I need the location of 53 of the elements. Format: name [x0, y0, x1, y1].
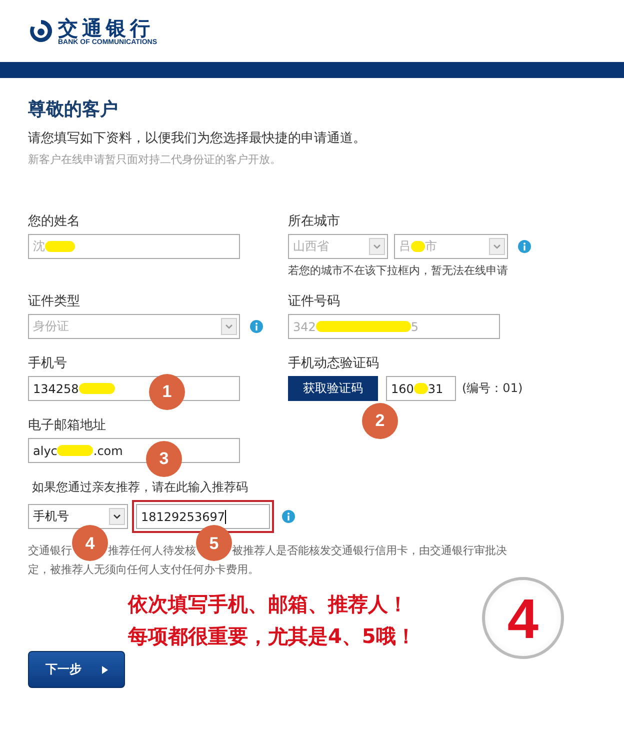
get-code-button[interactable]: 获取验证码: [288, 376, 378, 401]
redaction-mark: [411, 241, 425, 252]
intro-text: 请您填写如下资料，以便我们为您选择最快捷的申请通道。: [28, 130, 367, 148]
field-label: 电子邮箱地址: [28, 418, 107, 434]
field-label: 手机号: [28, 356, 68, 372]
field-label: 您的姓名: [28, 214, 81, 230]
disclaimer-text: 被推荐人是否能核发交通银行信用卡，由交通银行审批决: [232, 543, 507, 559]
referral-type-dropdown[interactable]: 手机号: [28, 504, 128, 529]
play-icon: [102, 666, 108, 674]
field-value: .com: [93, 444, 123, 458]
redaction-mark: [57, 445, 94, 456]
field-value: 31: [428, 382, 444, 396]
field-value: 山西省: [293, 238, 329, 255]
step-marker: 3: [146, 441, 182, 477]
field-value: 身份证: [33, 318, 69, 335]
field-label: 所在城市: [288, 214, 341, 230]
disclaimer-text: 交通银行: [28, 543, 72, 559]
step-marker: 5: [196, 525, 232, 561]
step-marker: 4: [72, 525, 108, 561]
callout-text: 每项都很重要，尤其是4、5哦！: [128, 623, 416, 649]
field-label: 证件类型: [28, 294, 81, 310]
field-value: 5: [410, 320, 419, 334]
bank-logo-icon: [28, 18, 54, 44]
disclaimer-text: 定，被推荐人无须向任何人支付任何办卡费用。: [28, 562, 259, 578]
referral-code-field[interactable]: 18129253697: [136, 504, 270, 529]
referral-label: 如果您通过亲友推荐，请在此输入推荐码: [32, 479, 249, 496]
serial-number: (编号：01): [462, 380, 523, 397]
field-value: 手机号: [33, 508, 69, 525]
code-field[interactable]: 160 31: [386, 376, 456, 401]
step-marker: 1: [149, 374, 185, 410]
disclaimer-text: 推荐任何人待发核: [108, 543, 196, 559]
callout-text: 依次填写手机、邮箱、推荐人！: [128, 591, 409, 617]
field-value: 市: [425, 238, 437, 255]
page-heading: 尊敬的客户: [28, 98, 119, 122]
note-text: 新客户在线申请暂只面对持二代身份证的客户开放。: [28, 152, 282, 168]
next-button[interactable]: 下一步: [28, 651, 125, 688]
field-value: 160: [391, 382, 414, 396]
field-value: 吕: [399, 238, 411, 255]
bank-name: 交通银行: [58, 16, 154, 38]
field-value: alyc: [33, 444, 58, 458]
redaction-mark: [45, 241, 75, 252]
field-label: 证件号码: [288, 294, 341, 310]
field-value: 342: [293, 320, 316, 334]
field-value: 18129253697: [141, 510, 225, 524]
redaction-mark: [414, 383, 428, 394]
city-hint: 若您的城市不在该下拉框内，暂无法在线申请: [288, 263, 509, 278]
field-value: 134258: [33, 382, 79, 396]
step-number-badge: 4: [482, 577, 564, 659]
step-marker: 2: [362, 403, 398, 439]
field-label: 手机动态验证码: [288, 356, 380, 372]
field-value: 沈: [33, 238, 45, 255]
redaction-mark: [78, 383, 115, 394]
info-icon[interactable]: [282, 510, 295, 523]
